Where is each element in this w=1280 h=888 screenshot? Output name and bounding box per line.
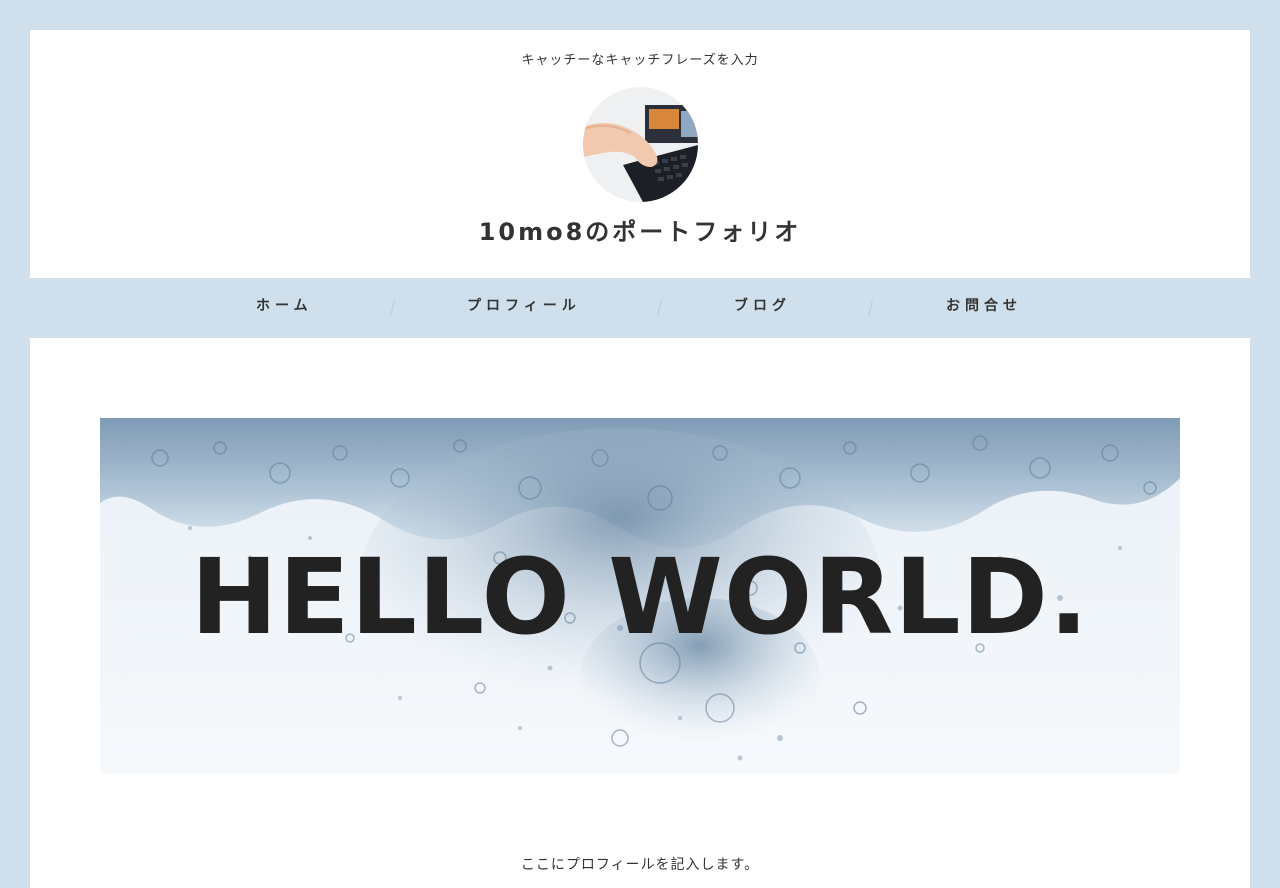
nav-item-profile[interactable]: プロフィール [467, 278, 581, 338]
nav-item-blog[interactable]: ブログ [734, 278, 791, 338]
avatar-image [583, 87, 698, 202]
hero-banner: HELLO WORLD. [100, 418, 1180, 773]
site-tagline: キャッチーなキャッチフレーズを入力 [521, 53, 759, 68]
profile-intro-text: ここにプロフィールを記入します。 [520, 857, 760, 873]
site-title[interactable]: 10mo8のポートフォリオ [30, 212, 1250, 247]
nav-separator [390, 300, 395, 316]
global-nav: ホーム プロフィール ブログ お問合せ [30, 278, 1250, 338]
nav-item-contact[interactable]: お問合せ [946, 278, 1022, 338]
hero-headline: HELLO WORLD. [190, 536, 1090, 658]
page-container: キャッチーなキャッチフレーズを入力 10mo8のポートフォリオ ホーム プロフィ… [30, 30, 1250, 888]
nav-separator [657, 300, 662, 316]
nav-item-home[interactable]: ホーム [256, 278, 313, 338]
nav-separator [868, 300, 873, 316]
site-logo-avatar[interactable] [583, 87, 698, 202]
